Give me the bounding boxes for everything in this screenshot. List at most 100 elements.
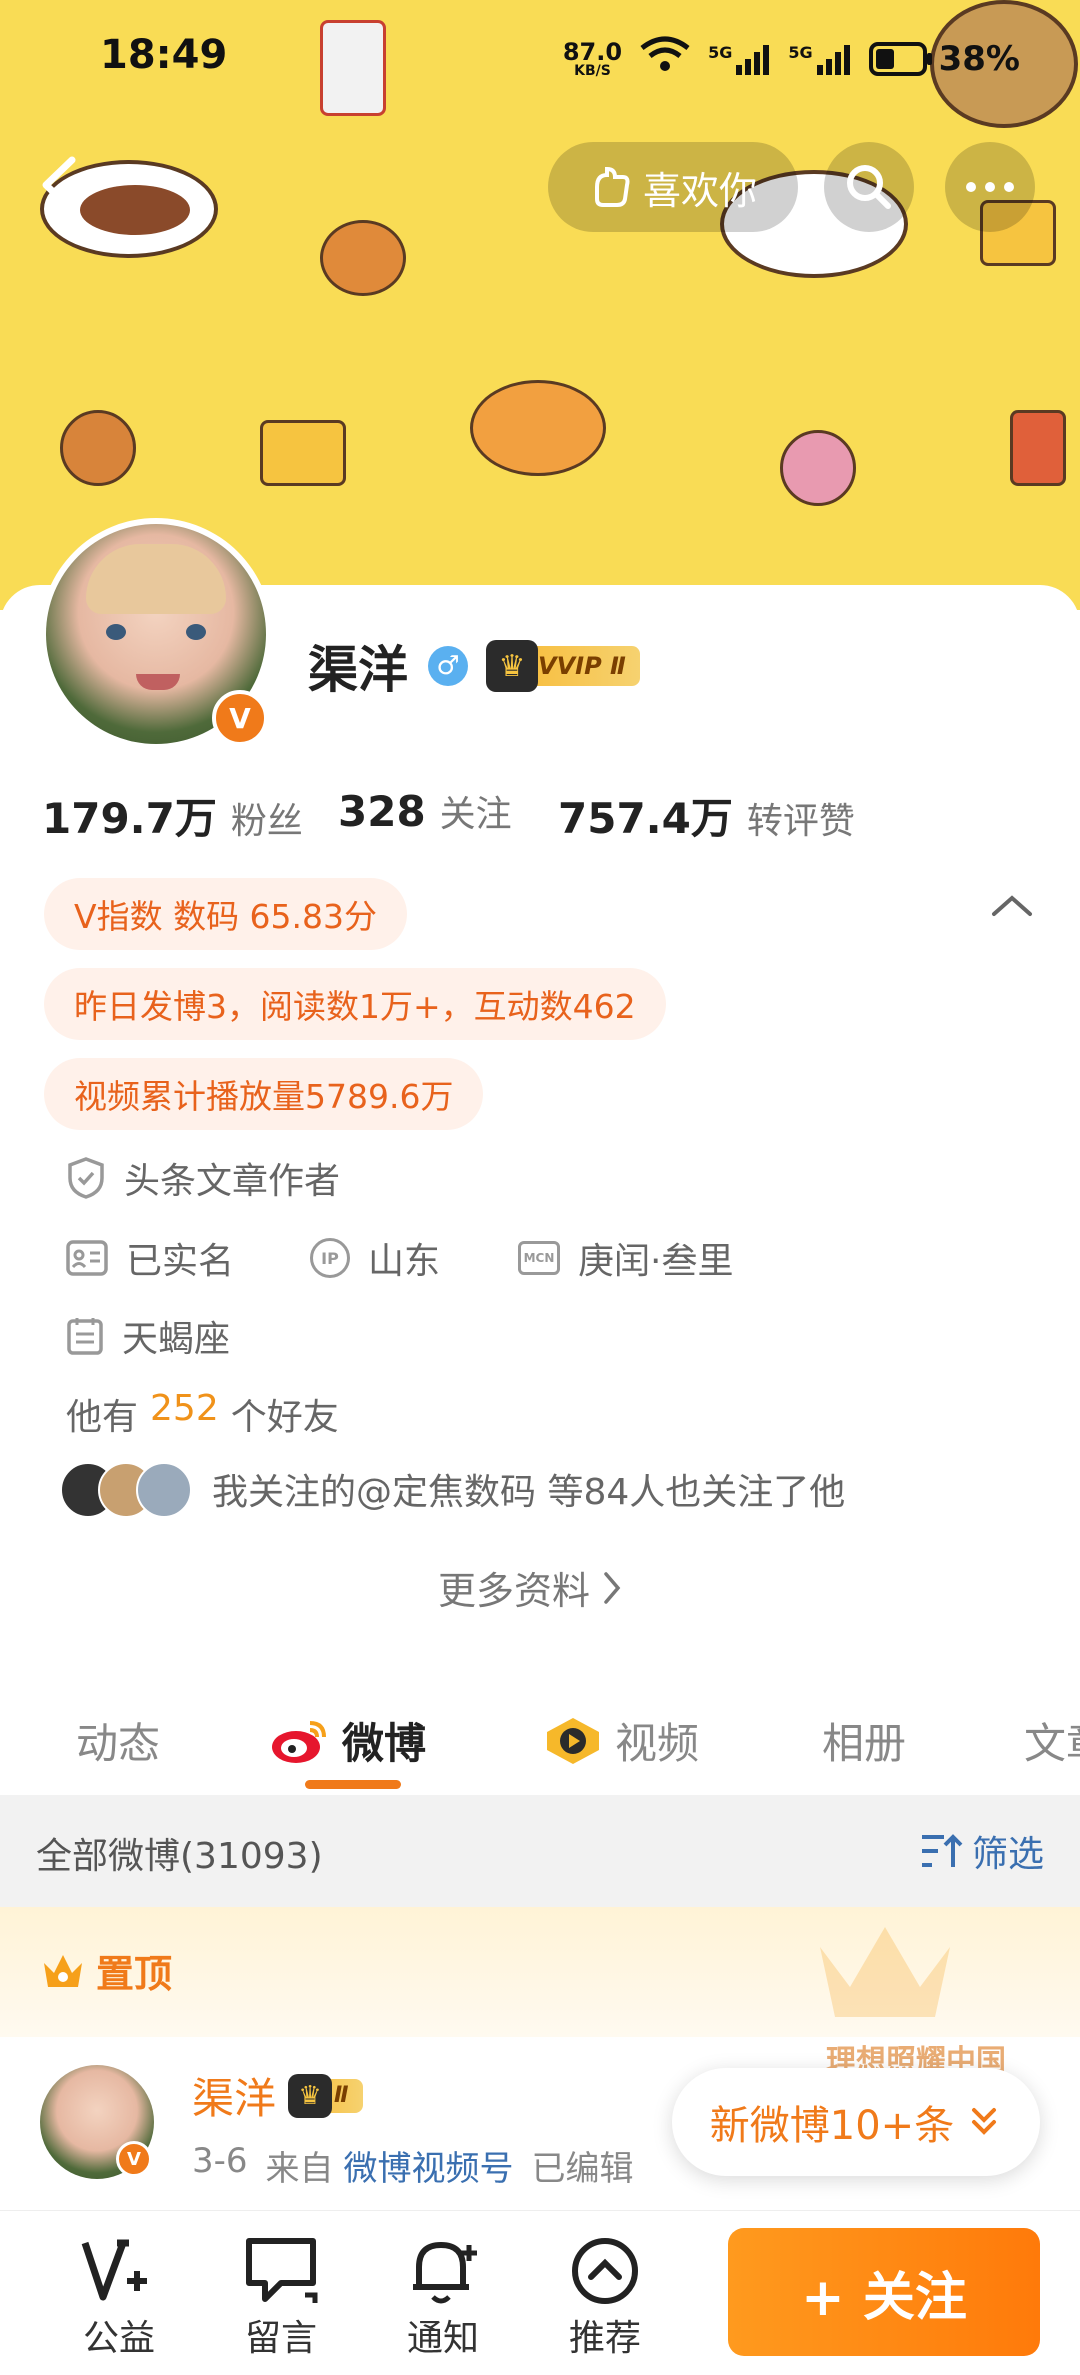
message-icon	[226, 2233, 336, 2309]
status-bar: 18:49 87.0 KB/S 5G 5G 38%	[0, 0, 1080, 110]
vip-badge[interactable]: ♛ VVIP Ⅱ	[486, 640, 640, 692]
new-posts-label: 新微博10+条	[709, 2103, 955, 2149]
tab-video-label: 视频	[615, 1719, 700, 1768]
all-posts-count[interactable]: 全部微博(31093)	[36, 1827, 323, 1879]
weibo-logo-icon	[272, 1720, 326, 1763]
food-donut-decoration	[780, 430, 856, 506]
collapse-button[interactable]	[990, 890, 1034, 924]
friends-row[interactable]: 他有 252 个好友	[66, 1388, 339, 1440]
nav-message-label: 留言	[244, 2318, 317, 2359]
nav-recommend[interactable]: 推荐	[550, 2233, 660, 2361]
calendar-icon	[67, 1318, 103, 1355]
stat-following-value: 328	[338, 787, 426, 836]
active-tab-indicator	[305, 1780, 401, 1789]
v-index-tag[interactable]: V指数 数码 65.83分	[44, 878, 408, 950]
daily-stats-tag[interactable]: 昨日发博3，阅读数1万+，互动数462	[44, 968, 666, 1040]
more-button[interactable]	[945, 142, 1035, 232]
battery-indicator: 38%	[868, 38, 1020, 79]
net-speed-unit: KB/S	[574, 62, 611, 79]
post-meta: 3-6 来自 微博视频号 已编辑	[192, 2141, 634, 2190]
pinned-label: 置顶	[96, 1952, 173, 1996]
crown-icon	[44, 1954, 82, 1987]
verified-badge: V	[212, 690, 268, 746]
mcn-row[interactable]: MCN 庚闰·叁里	[518, 1232, 733, 1284]
signal-bars-icon	[816, 44, 850, 75]
tab-album[interactable]: 相册	[822, 1710, 906, 1771]
charity-icon	[64, 2233, 174, 2309]
stat-fans[interactable]: 179.7万 粉丝	[42, 785, 303, 846]
double-chevron-down-icon	[972, 2108, 997, 2135]
more-info-link[interactable]: 更多资料	[438, 1560, 622, 1615]
post-source[interactable]: 微博视频号	[344, 2141, 514, 2190]
post-edited: 已编辑	[531, 2149, 634, 2189]
friends-prefix: 他有	[66, 1397, 139, 1438]
nav-notify-label: 通知	[406, 2318, 479, 2359]
tab-dynamic[interactable]: 动态	[76, 1710, 160, 1771]
profile-avatar[interactable]: V	[40, 518, 272, 750]
signal-5g-2: 5G	[788, 43, 850, 75]
video-plays-tag[interactable]: 视频累计播放量5789.6万	[44, 1058, 484, 1130]
tab-video[interactable]: 视频	[543, 1710, 699, 1771]
vip-label: VVIP Ⅱ	[538, 652, 626, 680]
tab-article[interactable]: 文章	[1024, 1710, 1080, 1771]
gender-male-icon: ♂	[428, 646, 468, 686]
stat-interactions-label: 转评赞	[746, 801, 855, 842]
post-from-prefix: 来自	[265, 2149, 334, 2189]
new-posts-button[interactable]: 新微博10+条	[672, 2068, 1040, 2176]
realname-row: 已实名	[66, 1232, 234, 1284]
status-right-group: 87.0 KB/S 5G 5G 38%	[563, 36, 1020, 81]
more-icon	[966, 182, 1014, 192]
back-button[interactable]	[30, 150, 90, 220]
status-time: 18:49	[100, 32, 228, 78]
more-info-label: 更多资料	[438, 1569, 591, 1613]
ip-location-text: 山东	[368, 1241, 441, 1282]
mutual-follow-text: 我关注的@定焦数码 等84人也关注了他	[212, 1472, 846, 1513]
mcn-text: 庚闰·叁里	[578, 1241, 734, 1282]
search-button[interactable]	[824, 142, 914, 232]
mutual-avatars	[60, 1462, 192, 1518]
signal-5g-1: 5G	[708, 43, 770, 75]
bell-icon	[388, 2233, 498, 2309]
profile-tabs: 动态 微博 视频 相册 文章	[0, 1670, 1080, 1790]
post-crown-icon: ♛	[288, 2073, 333, 2118]
like-you-label: 喜欢你	[642, 168, 757, 213]
stat-interactions[interactable]: 757.4万 转评赞	[558, 785, 855, 846]
post-author-row: 渠洋 ♛ Ⅱ	[192, 2065, 363, 2126]
filter-icon	[921, 1834, 963, 1867]
battery-percent: 38%	[938, 38, 1020, 79]
ip-location-row: IP 山东	[310, 1232, 440, 1284]
stat-fans-value: 179.7万	[42, 794, 217, 843]
tab-weibo[interactable]: 微博	[270, 1710, 426, 1771]
post-author-avatar[interactable]: V	[40, 2065, 154, 2179]
ip-icon: IP	[310, 1238, 350, 1278]
stat-following[interactable]: 328 关注	[338, 785, 512, 837]
follow-button[interactable]: + 关注	[728, 2228, 1040, 2356]
post-vip-label: Ⅱ	[334, 2083, 349, 2108]
avatar-eye-right	[186, 624, 206, 640]
nav-message[interactable]: 留言	[226, 2233, 336, 2361]
feed-header: 全部微博(31093) 筛选	[0, 1795, 1080, 1907]
nav-charity-label: 公益	[82, 2318, 155, 2359]
avatar-mouth	[136, 674, 180, 690]
shield-icon	[68, 1157, 104, 1199]
crown-icon: ♛	[486, 640, 538, 692]
like-you-button[interactable]: 喜欢你	[548, 142, 798, 232]
food-steak-meat-decoration	[80, 185, 190, 235]
like-hand-icon	[594, 166, 630, 207]
recommend-icon	[550, 2233, 660, 2309]
filter-button[interactable]: 筛选	[920, 1825, 1044, 1877]
profile-name: 渠洋	[308, 641, 408, 699]
post-verified-badge: V	[116, 2141, 152, 2177]
net-speed-value: 87.0	[562, 37, 623, 66]
pinned-banner-crown	[810, 1917, 960, 2027]
author-badge-row: 头条文章作者	[66, 1152, 340, 1204]
post-author-name[interactable]: 渠洋	[192, 2065, 276, 2126]
stat-following-label: 关注	[439, 794, 512, 835]
zodiac-text: 天蝎座	[122, 1319, 231, 1360]
friends-count: 252	[150, 1388, 219, 1429]
mutual-follow-row[interactable]: 我关注的@定焦数码 等84人也关注了他	[60, 1462, 846, 1518]
nav-charity[interactable]: 公益	[64, 2233, 174, 2361]
signal-label-1: 5G	[708, 42, 733, 62]
pinned-label-group: 置顶	[40, 1943, 172, 1998]
nav-notify[interactable]: 通知	[388, 2233, 498, 2361]
